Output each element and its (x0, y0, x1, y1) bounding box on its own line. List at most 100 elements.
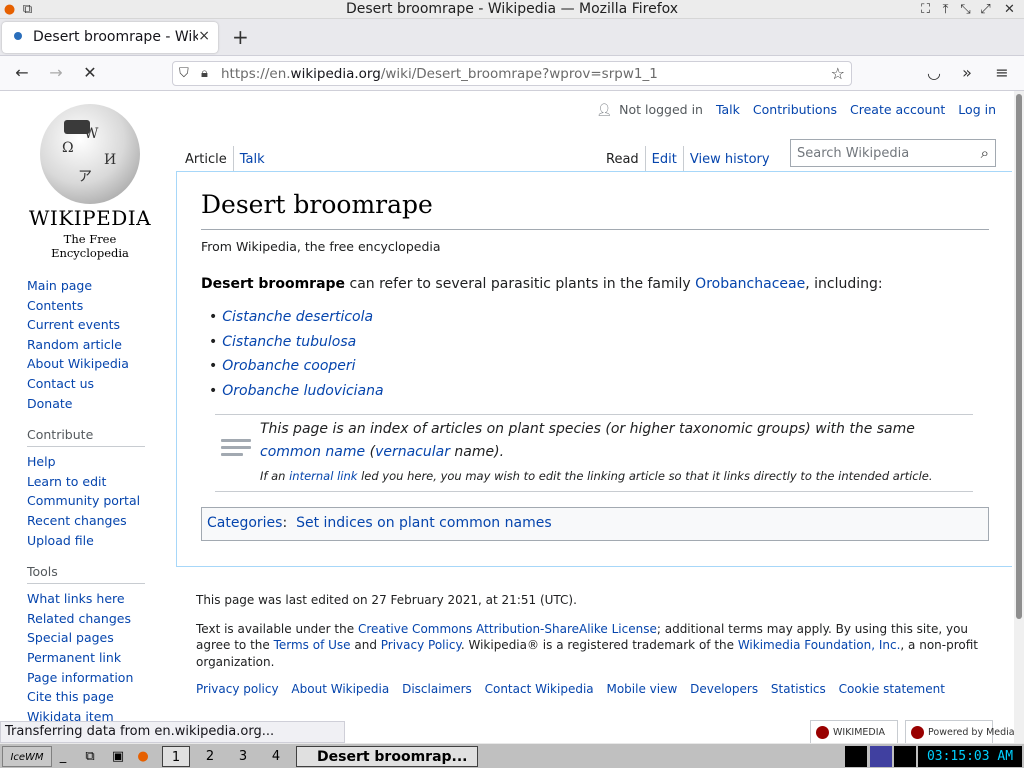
network-monitor-icon (870, 746, 892, 767)
footer-disclaimers[interactable]: Disclaimers (402, 682, 472, 696)
common-name-link[interactable]: common name (260, 444, 365, 460)
new-tab-button[interactable]: + (232, 25, 249, 49)
lead-paragraph: Desert broomrape can refer to several pa… (201, 276, 883, 292)
create-account-link[interactable]: Create account (850, 102, 945, 117)
workspace-2[interactable]: 2 (196, 746, 224, 767)
sidebar-item-related-changes[interactable]: Related changes (27, 609, 175, 629)
back-arrow-icon[interactable]: ← (12, 63, 32, 83)
lock-icon[interactable]: 🔒︎ (201, 66, 208, 81)
sidebar-item-special-pages[interactable]: Special pages (27, 628, 175, 648)
forward-arrow-icon[interactable]: → (46, 63, 66, 83)
personal-talk-link[interactable]: Talk (716, 102, 740, 117)
sidebar-item-contents[interactable]: Contents (27, 296, 175, 316)
log-in-link[interactable]: Log in (958, 102, 996, 117)
sidebar-item-page-information[interactable]: Page information (27, 668, 175, 688)
fullscreen-icon[interactable]: ⛶ (918, 2, 933, 17)
set-index-text: This page is an index of articles on pla… (260, 421, 915, 437)
sidebar-item-upload-file[interactable]: Upload file (27, 531, 175, 551)
terminal-icon[interactable]: ▣ (108, 746, 128, 767)
footer-developers[interactable]: Developers (690, 682, 758, 696)
wikipedia-logo[interactable]: Ω W И ア WIKIPEDIA The Free Encyclopedia (28, 104, 152, 260)
overflow-chevron-icon[interactable]: » (957, 63, 977, 83)
footer-statistics[interactable]: Statistics (771, 682, 826, 696)
tab-talk[interactable]: Talk (234, 150, 271, 173)
window-titlebar: ● ⧉ Desert broomrape - Wikipedia — Mozil… (0, 0, 1024, 19)
categories-link[interactable]: Categories (207, 515, 282, 531)
contribute-heading: Contribute (27, 427, 145, 448)
wikimedia-badge[interactable]: WIKIMEDIA (810, 720, 898, 744)
sidebar-item-community-portal[interactable]: Community portal (27, 491, 175, 511)
url-bar[interactable]: ⛉ 🔒︎ https://en.wikipedia.org/wiki/Deser… (172, 61, 852, 86)
url-text[interactable]: https://en.wikipedia.org/wiki/Desert_bro… (221, 66, 658, 82)
maximize-icon[interactable]: ⤢ (978, 2, 993, 17)
pocket-icon[interactable]: ◡ (924, 63, 944, 83)
maximize-top-icon[interactable]: ⤒ (938, 2, 953, 17)
terms-of-use-link[interactable]: Terms of Use (274, 638, 351, 652)
sidebar-item-main-page[interactable]: Main page (27, 276, 175, 296)
plant-link[interactable]: Orobanche cooperi (222, 358, 355, 374)
wikimedia-foundation-link[interactable]: Wikimedia Foundation, Inc. (738, 638, 901, 652)
tab-article[interactable]: Article (179, 150, 233, 173)
sidebar-item-about-wikipedia[interactable]: About Wikipedia (27, 354, 175, 374)
privacy-policy-inline-link[interactable]: Privacy Policy (381, 638, 461, 652)
sidebar-item-learn-to-edit[interactable]: Learn to edit (27, 472, 175, 492)
wikipedia-tagline: The Free Encyclopedia (51, 232, 129, 260)
vernacular-link[interactable]: vernacular (375, 444, 450, 460)
taskbar-clock[interactable]: 03:15:03 AM (918, 746, 1022, 767)
nav-bar: ← → ✕ ⛉ 🔒︎ https://en.wikipedia.org/wiki… (0, 56, 1024, 91)
plant-link[interactable]: Cistanche deserticola (222, 309, 373, 325)
sidebar-item-donate[interactable]: Donate (27, 394, 175, 414)
plant-link[interactable]: Orobanche ludoviciana (222, 383, 383, 399)
tab-read[interactable]: Read (600, 150, 645, 173)
sidebar-item-permanent-link[interactable]: Permanent link (27, 648, 175, 668)
tab-close-icon[interactable]: × (198, 28, 210, 44)
contributions-link[interactable]: Contributions (753, 102, 837, 117)
tab-view-history[interactable]: View history (684, 150, 776, 173)
taskbar-window-button[interactable]: Desert broomrap... (296, 746, 478, 767)
cc-license-link[interactable]: Creative Commons Attribution-ShareAlike … (358, 622, 657, 636)
view-tabs: Read Edit View history (600, 146, 776, 173)
footer-cookie-statement[interactable]: Cookie statement (839, 682, 945, 696)
bookmark-star-icon[interactable]: ☆ (831, 64, 845, 83)
internal-link-link[interactable]: internal link (289, 469, 357, 483)
mediawiki-badge[interactable]: Powered by MediaWiki (905, 720, 1024, 744)
sidebar-item-contact-us[interactable]: Contact us (27, 374, 175, 394)
window-title: Desert broomrape - Wikipedia — Mozilla F… (345, 1, 679, 17)
show-desktop-icon[interactable]: _ (56, 746, 70, 767)
sidebar-item-random-article[interactable]: Random article (27, 335, 175, 355)
category-links: Categories: Set indices on plant common … (201, 507, 989, 541)
search-icon[interactable]: ⌕ (981, 144, 989, 162)
footer-about-wikipedia[interactable]: About Wikipedia (291, 682, 389, 696)
workspace-1[interactable]: 1 (162, 746, 190, 767)
window-list-icon[interactable]: ⧉ (80, 746, 100, 767)
footer-privacy-policy[interactable]: Privacy policy (196, 682, 279, 696)
start-menu-icon[interactable]: IceWM (2, 746, 52, 767)
tracking-shield-icon[interactable]: ⛉ (179, 66, 189, 81)
close-window-icon[interactable]: ✕ (1002, 2, 1017, 17)
sidebar-item-what-links-here[interactable]: What links here (27, 589, 175, 609)
plant-link[interactable]: Cistanche tubulosa (222, 334, 356, 350)
firefox-launcher-icon[interactable]: ● (133, 746, 153, 767)
orobanchaceae-link[interactable]: Orobanchaceae (695, 276, 805, 292)
scrollbar-thumb[interactable] (1016, 94, 1022, 619)
category-link[interactable]: Set indices on plant common names (296, 515, 552, 531)
stop-loading-icon[interactable]: ✕ (80, 63, 100, 83)
workspace-4[interactable]: 4 (262, 746, 290, 767)
page-scrollbar[interactable] (1014, 91, 1024, 743)
restore-icon[interactable]: ⤡ (958, 2, 973, 17)
workspace-3[interactable]: 3 (229, 746, 257, 767)
tab-edit[interactable]: Edit (646, 150, 683, 173)
sidebar-item-help[interactable]: Help (27, 452, 175, 472)
search-input[interactable] (791, 140, 967, 166)
footer-contact-wikipedia[interactable]: Contact Wikipedia (485, 682, 594, 696)
cpu-monitor-icon (845, 746, 867, 767)
sidebar-item-cite-this-page[interactable]: Cite this page (27, 687, 175, 707)
browser-tab[interactable]: Desert broomrape - Wikipedia × (2, 22, 218, 53)
sidebar-item-current-events[interactable]: Current events (27, 315, 175, 335)
sidebar-item-recent-changes[interactable]: Recent changes (27, 511, 175, 531)
hamburger-menu-icon[interactable]: ≡ (992, 63, 1012, 83)
list-item: Cistanche deserticola (211, 305, 384, 330)
footer-mobile-view[interactable]: Mobile view (606, 682, 677, 696)
article-content: Desert broomrape From Wikipedia, the fre… (176, 171, 1012, 567)
plant-list: Cistanche deserticola Cistanche tubulosa… (211, 305, 384, 404)
